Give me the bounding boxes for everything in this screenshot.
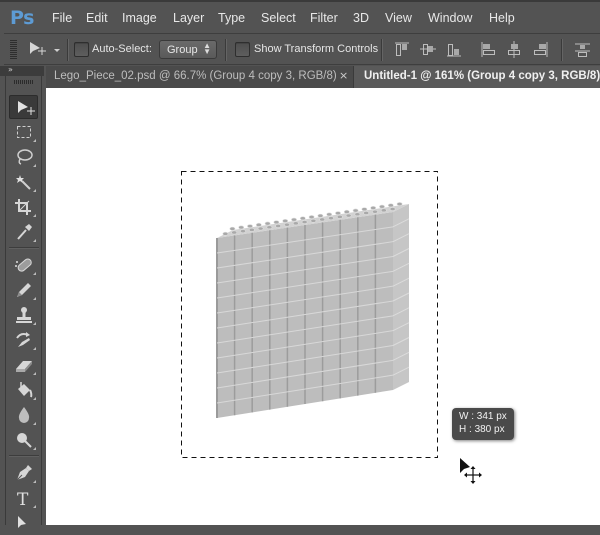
lego-stud [284,222,290,227]
lego-stud [370,206,377,210]
lego-stud [328,216,334,221]
lego-stud [379,204,385,209]
lego-stud [326,212,333,217]
lego-stud [291,217,297,222]
lego-stud [336,214,343,219]
lego-stud [308,215,315,219]
lego-stud [248,227,255,232]
lego-stud [222,231,229,236]
canvas-overlay [181,171,438,458]
lego-stud [273,220,280,225]
lego-stud [363,211,370,215]
lego-stud [354,212,361,217]
lego-stud [247,224,253,229]
lego-stud [317,213,324,218]
lego-stud [372,209,378,214]
lego-stud [299,216,306,221]
lego-wall-image [216,202,410,418]
lego-stud [231,230,238,235]
lego-stud [343,209,350,214]
lego-stud [345,213,352,218]
width-readout: W : 341 px [459,411,507,422]
lego-stud [335,211,341,216]
lego-stud [264,221,271,226]
height-readout: H : 380 px [459,424,505,435]
lego-stud [275,224,282,228]
lego-stud [240,229,246,234]
lego-stud [389,207,396,211]
lego-stud [396,202,403,206]
lego-stud [310,218,317,223]
lego-stud [319,217,326,222]
lego-stud [352,208,359,213]
lego-stud [266,225,273,230]
lego-stud [257,226,264,231]
lego-stud [387,203,394,208]
lego-stud [361,207,368,212]
lego-stud [229,226,236,231]
lego-stud [301,220,308,224]
lego-stud [380,208,387,213]
lego-stud [282,219,289,223]
lego-stud [255,222,262,227]
move-cursor-icon [460,458,482,484]
lego-stud [238,225,245,230]
dimension-tooltip: W : 341 px H : 380 px [452,408,514,440]
lego-stud [292,221,299,226]
